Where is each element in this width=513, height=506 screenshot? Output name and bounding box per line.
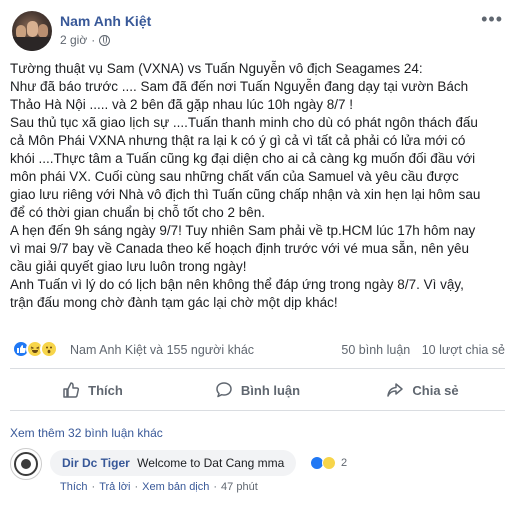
comment-reply-link[interactable]: Trả lời: [99, 481, 130, 493]
comment-reactions[interactable]: 2: [310, 456, 347, 470]
post-line: A hẹn đến 9h sáng ngày 9/7! Tuy nhiên Sa…: [10, 223, 476, 238]
separator-dot: ·: [91, 33, 96, 47]
reaction-names[interactable]: Nam Anh Kiệt và 155 người khác: [70, 343, 254, 357]
comment-count[interactable]: 50 bình luận: [341, 343, 410, 357]
separator-dot: ·: [91, 481, 96, 493]
post-time[interactable]: 2 giờ: [60, 33, 87, 47]
globe-icon: [99, 34, 111, 46]
view-more-comments-link[interactable]: Xem thêm 32 bình luận khác: [10, 426, 163, 440]
like-label: Thích: [88, 382, 123, 398]
post-line: Thảo Hà Nội ..... và 2 bên đã gặp nhau l…: [10, 97, 353, 112]
comment-bubble: Dir Dc Tiger Welcome to Dat Cang mma: [50, 450, 297, 476]
comment-text: Welcome to Dat Cang mma: [137, 456, 285, 470]
comment-button[interactable]: Bình luận: [175, 372, 340, 408]
divider: [10, 368, 505, 369]
post-line: giao lưu riêng với Nhà vô địch thì Tuấn …: [10, 187, 481, 202]
share-label: Chia sẻ: [412, 382, 459, 398]
facebook-post: Nam Anh Kiệt 2 giờ · ••• Tường thuật vụ …: [0, 0, 513, 506]
comment-time[interactable]: 47 phút: [221, 481, 258, 493]
like-button[interactable]: Thích: [10, 372, 175, 408]
author-name[interactable]: Nam Anh Kiệt: [60, 13, 151, 29]
ellipsis-icon[interactable]: •••: [481, 9, 503, 30]
action-bar: Thích Bình luận Chia sẻ: [10, 372, 505, 408]
commenter-name[interactable]: Dir Dc Tiger: [62, 456, 130, 470]
post-text: Tường thuật vụ Sam (VXNA) vs Tuấn Nguyễn…: [10, 60, 505, 312]
post-line: Sau thủ tục xã giao lịch sự ....Tuấn tha…: [10, 115, 478, 130]
post-line: trận đấu mong chờ đành tạm gác lại chờ m…: [10, 295, 338, 310]
share-count[interactable]: 10 lượt chia sẻ: [422, 343, 505, 357]
comment-like-link[interactable]: Thích: [60, 481, 88, 493]
commenter-avatar[interactable]: [10, 448, 42, 480]
separator-dot: ·: [213, 481, 218, 493]
comment-actions: Thích · Trả lời · Xem bản dịch · 47 phút: [60, 481, 258, 493]
reaction-counts: 50 bình luận 10 lượt chia sẻ: [333, 343, 505, 357]
reaction-icons[interactable]: [12, 340, 68, 360]
comment-translate-link[interactable]: Xem bản dịch: [142, 481, 209, 493]
comment-label: Bình luận: [240, 382, 301, 398]
comment-item: Dir Dc Tiger Welcome to Dat Cang mma 2: [10, 448, 505, 480]
share-icon: [387, 383, 404, 397]
post-line: Anh Tuấn vì lý do có lịch bận nên không …: [10, 277, 464, 292]
comment-reaction-count: 2: [341, 457, 348, 469]
post-line: vì mai 9/7 bay về Canada theo kế hoạch đ…: [10, 241, 469, 256]
share-button[interactable]: Chia sẻ: [340, 372, 505, 408]
author-avatar[interactable]: [12, 11, 52, 51]
post-line: khói ....Thực tâm a Tuấn cũng kg đại diệ…: [10, 151, 476, 166]
reactions-bar: Nam Anh Kiệt và 155 người khác 50 bình l…: [10, 340, 505, 360]
separator-dot: ·: [134, 481, 139, 493]
post-line: cả Môn Phái VXNA nhưng thật ra lại k có …: [10, 133, 466, 148]
post-line: Như đã báo trước .... Sam đã đến nơi Tuấ…: [10, 79, 469, 94]
post-line: Tường thuật vụ Sam (VXNA) vs Tuấn Nguyễn…: [10, 61, 423, 76]
thumbs-up-icon: [63, 382, 80, 398]
post-header: Nam Anh Kiệt 2 giờ · •••: [10, 9, 505, 53]
divider: [10, 410, 505, 411]
comment-icon: [216, 382, 232, 398]
haha-icon: [322, 456, 336, 470]
post-meta: 2 giờ ·: [60, 33, 111, 47]
wow-icon: [40, 340, 58, 358]
post-line: cầu giải quyết giao lưu luôn trong ngày!: [10, 259, 247, 274]
post-line: để có thời gian chuẩn bị chỗ tốt cho 2 b…: [10, 205, 266, 220]
post-line: môn phái VX. Cuối cùng sau những chất vấ…: [10, 169, 459, 184]
